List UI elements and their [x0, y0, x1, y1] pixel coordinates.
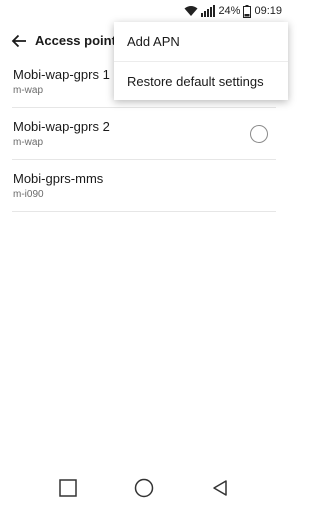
navigation-bar	[0, 464, 288, 512]
home-button[interactable]	[130, 474, 158, 502]
status-icons: 24% 09:19	[184, 4, 282, 18]
apn-name: Mobi-gprs-mms	[13, 171, 104, 186]
menu-item-restore-defaults[interactable]: Restore default settings	[114, 61, 288, 100]
apn-value: m-i090	[13, 189, 44, 200]
apn-list-item[interactable]: Mobi-gprs-mms m-i090	[12, 160, 276, 212]
apn-list-item[interactable]: Mobi-wap-gprs 2 m-wap	[12, 108, 276, 160]
apn-value: m-wap	[13, 85, 44, 96]
signal-icon	[201, 5, 216, 17]
apn-value: m-wap	[13, 137, 44, 148]
apn-name: Mobi-wap-gprs 1	[13, 67, 110, 82]
battery-icon	[243, 4, 252, 18]
overflow-menu: Add APN Restore default settings	[114, 22, 288, 100]
wifi-icon	[184, 6, 198, 16]
back-triangle-icon	[213, 480, 227, 496]
home-circle-icon	[134, 478, 154, 498]
recents-square-icon	[59, 479, 77, 497]
status-bar: 24% 09:19	[0, 0, 288, 22]
battery-percent: 24%	[218, 5, 241, 17]
apn-name: Mobi-wap-gprs 2	[13, 119, 110, 134]
menu-item-add-apn[interactable]: Add APN	[114, 22, 288, 61]
apn-radio-button[interactable]	[250, 125, 268, 143]
back-button[interactable]	[6, 28, 32, 54]
clock: 09:19	[254, 5, 282, 17]
nav-back-button[interactable]	[206, 474, 234, 502]
recents-button[interactable]	[54, 474, 82, 502]
arrow-left-icon	[11, 34, 26, 48]
